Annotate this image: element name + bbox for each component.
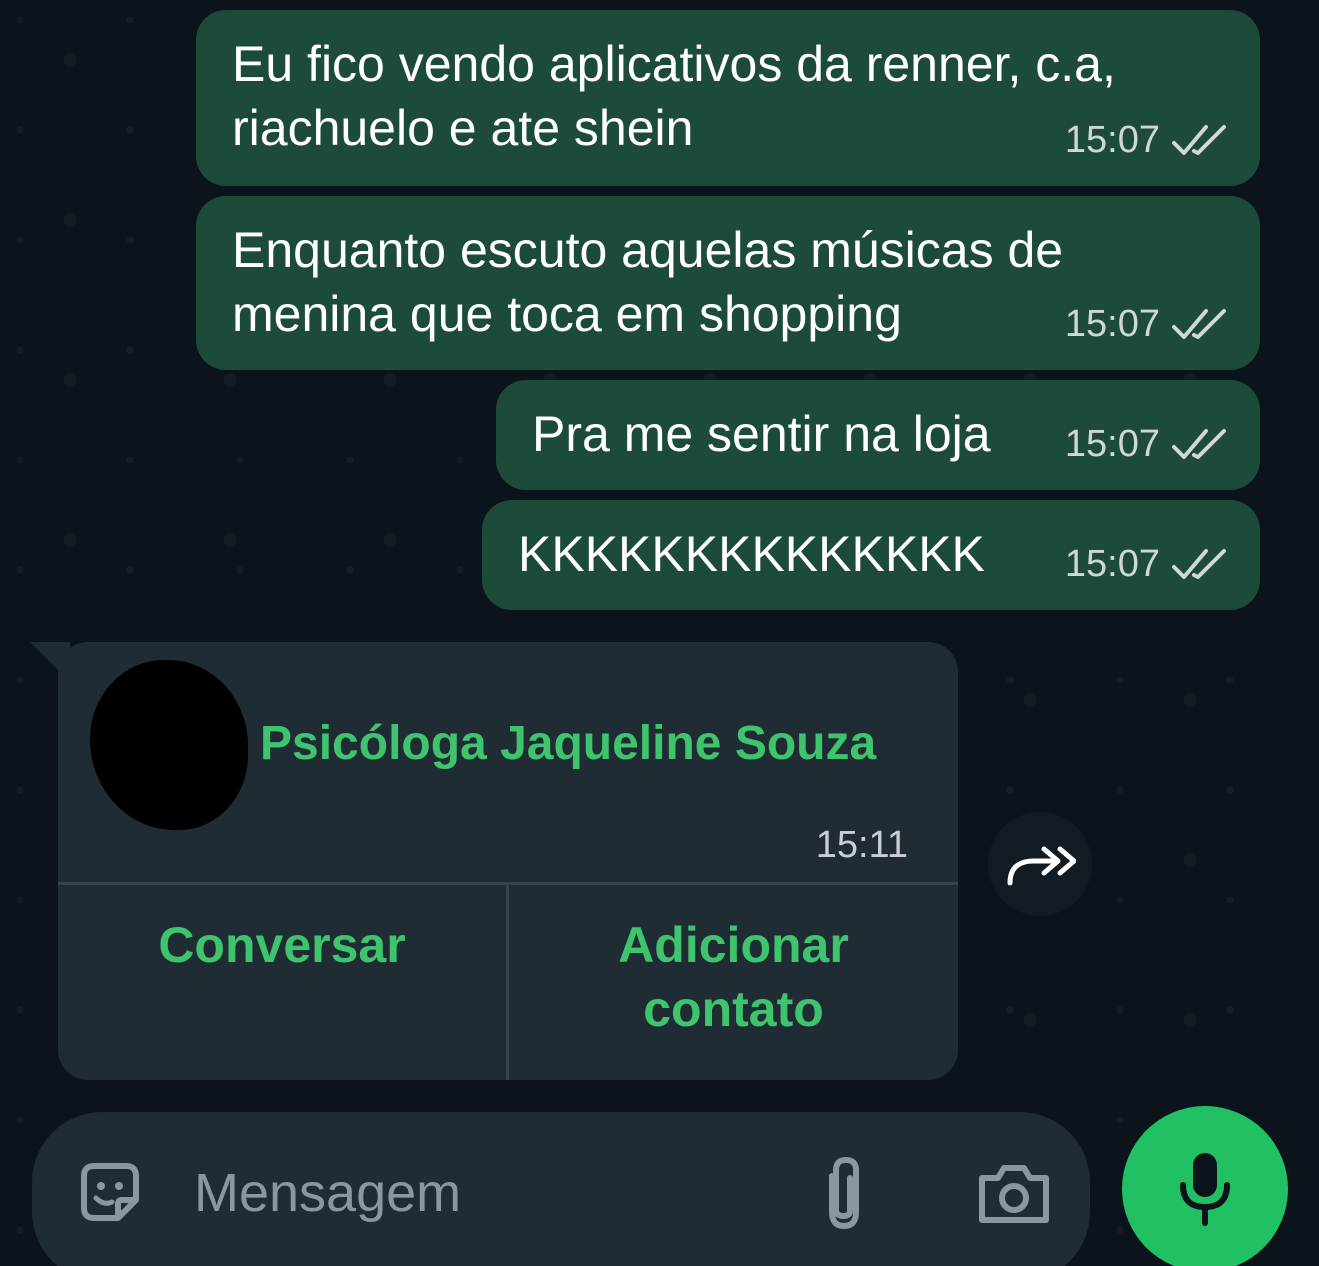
voice-record-button[interactable]	[1122, 1106, 1288, 1266]
double-check-icon	[1172, 547, 1228, 581]
message-meta: 15:07	[1065, 108, 1228, 172]
message-time: 15:07	[1064, 303, 1160, 345]
contact-name[interactable]: Psicóloga Jaqueline Souza	[260, 716, 876, 771]
button-label-line: Adicionar	[618, 917, 849, 973]
message-line: menina que toca em shopping	[232, 286, 902, 342]
outgoing-message[interactable]: KKKKKKKKKKKKKK 15:07	[482, 500, 1260, 610]
sticker-icon[interactable]	[74, 1156, 146, 1228]
message-meta: 15:07	[1065, 292, 1228, 356]
double-check-icon	[1172, 427, 1228, 461]
outgoing-message[interactable]: Enquanto escuto aquelas músicas de menin…	[196, 196, 1260, 370]
forward-icon	[1007, 846, 1076, 886]
message-line: Eu fico vendo aplicativos da renner, c.a…	[232, 36, 1116, 92]
attach-icon[interactable]	[814, 1152, 874, 1236]
chat-view: Eu fico vendo aplicativos da renner, c.a…	[0, 0, 1319, 1266]
message-time: 15:07	[1064, 543, 1160, 585]
outgoing-message[interactable]: Pra me sentir na loja 15:07	[496, 380, 1260, 490]
message-text: Pra me sentir na loja	[532, 406, 991, 462]
message-time: 15:07	[1064, 119, 1160, 161]
contact-card-message[interactable]: Psicóloga Jaqueline Souza 15:11 Conversa…	[58, 642, 958, 1080]
add-contact-button[interactable]: Adicionar contato	[509, 885, 958, 1080]
message-text: KKKKKKKKKKKKKK	[518, 526, 985, 582]
message-line: Enquanto escuto aquelas músicas de	[232, 222, 1064, 278]
message-text: Eu fico vendo aplicativos da renner, c.a…	[232, 32, 1116, 160]
double-check-icon	[1172, 307, 1228, 341]
message-time: 15:07	[1064, 423, 1160, 465]
message-input[interactable]: Mensagem	[194, 1162, 461, 1224]
message-meta: 15:07	[1065, 532, 1228, 596]
forward-button[interactable]	[988, 812, 1092, 916]
mic-icon	[1180, 1153, 1230, 1226]
chat-button[interactable]: Conversar	[58, 885, 506, 1080]
outgoing-message[interactable]: Eu fico vendo aplicativos da renner, c.a…	[196, 10, 1260, 186]
contact-avatar[interactable]	[90, 660, 248, 830]
camera-icon[interactable]	[976, 1160, 1052, 1226]
message-text: Enquanto escuto aquelas músicas de menin…	[232, 218, 1063, 346]
message-line: riachuelo e ate shein	[232, 100, 694, 156]
message-composer[interactable]: Mensagem	[32, 1112, 1090, 1266]
button-label-line: contato	[643, 981, 824, 1037]
message-time: 15:11	[815, 824, 908, 866]
message-meta: 15:07	[1065, 412, 1228, 476]
double-check-icon	[1172, 123, 1228, 157]
